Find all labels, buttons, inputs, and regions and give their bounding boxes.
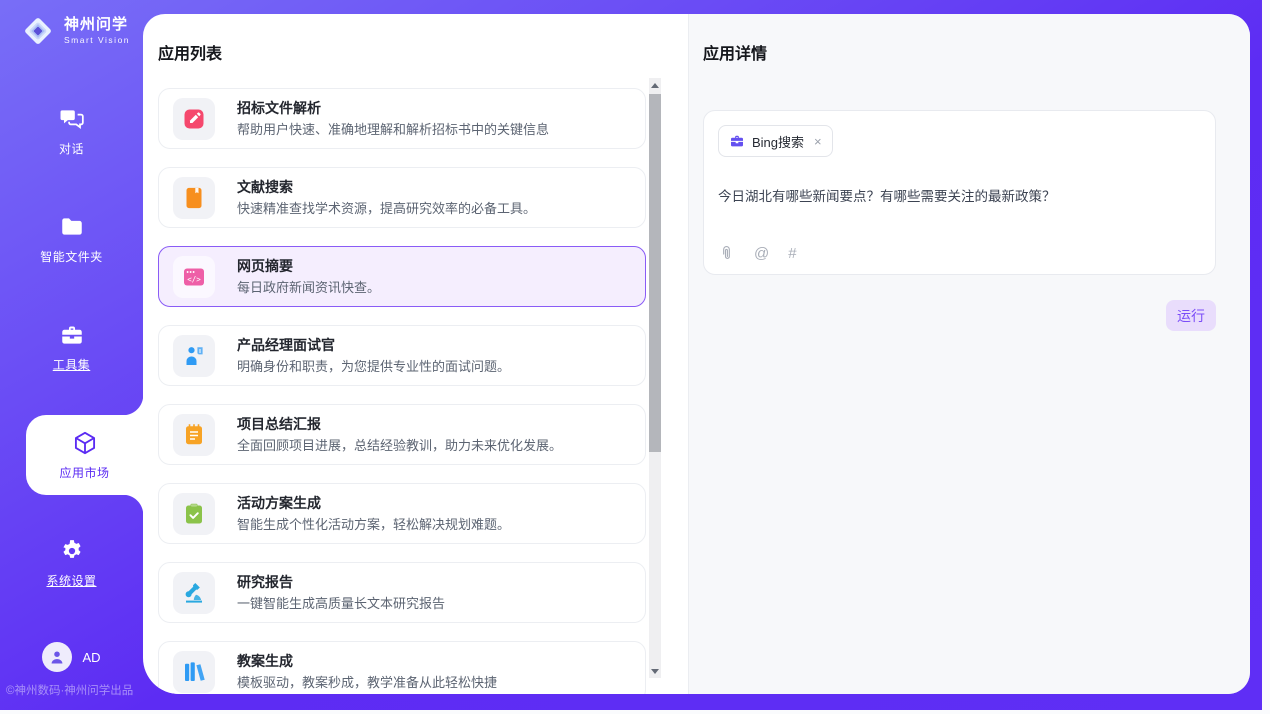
app-card-bid-doc[interactable]: 招标文件解析 帮助用户快速、准确地理解和解析招标书中的关键信息 xyxy=(158,88,646,149)
gear-icon xyxy=(59,538,85,564)
app-card-description: 一键智能生成高质量长文本研究报告 xyxy=(237,595,445,613)
app-card-title: 网页摘要 xyxy=(237,257,380,276)
user-account[interactable]: AD xyxy=(0,642,143,672)
app-card-description: 全面回顾项目进展，总结经验教训，助力未来优化发展。 xyxy=(237,437,562,455)
edit-doc-icon xyxy=(182,107,206,131)
run-button[interactable]: 运行 xyxy=(1166,300,1216,331)
app-card-lesson-plan[interactable]: 教案生成 模板驱动，教案秒成，教学准备从此轻松快捷 xyxy=(158,641,646,694)
app-card-title: 项目总结汇报 xyxy=(237,415,562,434)
app-card-event-plan[interactable]: 活动方案生成 智能生成个性化活动方案，轻松解决规划难题。 xyxy=(158,483,646,544)
microscope-icon xyxy=(182,581,206,605)
app-detail-panel: 应用详情 Bing搜索 × 今日湖北有哪些新闻要点？有哪些需要关注的最新政策？ … xyxy=(688,14,1250,694)
app-detail-title: 应用详情 xyxy=(703,40,1250,64)
sidebar: 神州问学 Smart Vision 对话 智能文件夹 工具集 xyxy=(0,0,143,710)
sidebar-item-label: 智能文件夹 xyxy=(40,248,103,265)
attachment-icon[interactable] xyxy=(718,245,735,262)
user-initials: AD xyxy=(82,650,100,665)
app-card-literature[interactable]: 文献搜索 快速精准查找学术资源，提高研究效率的必备工具。 xyxy=(158,167,646,228)
app-card-description: 帮助用户快速、准确地理解和解析招标书中的关键信息 xyxy=(237,121,549,139)
app-card-description: 每日政府新闻资讯快查。 xyxy=(237,279,380,297)
notebook-icon xyxy=(182,423,206,447)
prompt-card: Bing搜索 × 今日湖北有哪些新闻要点？有哪些需要关注的最新政策？ @ # xyxy=(703,110,1216,275)
remove-tag-icon[interactable]: × xyxy=(814,135,822,148)
sidebar-item-label: 工具集 xyxy=(53,356,91,373)
brand-subtitle: Smart Vision xyxy=(64,35,130,45)
hash-icon[interactable]: # xyxy=(788,246,796,261)
tool-tag-bing-search[interactable]: Bing搜索 × xyxy=(718,125,833,157)
app-list-title: 应用列表 xyxy=(158,40,688,64)
tool-tag-label: Bing搜索 xyxy=(752,132,804,151)
app-icon-chip xyxy=(173,98,215,140)
scrollbar-thumb[interactable] xyxy=(649,94,661,452)
sidebar-item-settings[interactable]: 系统设置 xyxy=(0,523,143,603)
user-icon xyxy=(48,648,66,666)
books-icon xyxy=(182,660,206,684)
app-card-title: 招标文件解析 xyxy=(237,99,549,118)
sidebar-item-market[interactable]: 应用市场 xyxy=(26,415,143,495)
scroll-down-icon[interactable] xyxy=(649,664,661,678)
app-card-web-digest[interactable]: 网页摘要 每日政府新闻资讯快查。 xyxy=(158,246,646,307)
app-card-description: 快速精准查找学术资源，提高研究效率的必备工具。 xyxy=(237,200,536,218)
copyright-footer: ©神州数码·神州问学出品 xyxy=(6,682,133,698)
scroll-up-icon[interactable] xyxy=(649,78,661,92)
chat-icon xyxy=(59,106,85,132)
clipboard-check-icon xyxy=(182,502,206,526)
app-card-description: 智能生成个性化活动方案，轻松解决规划难题。 xyxy=(237,516,510,534)
app-icon-chip xyxy=(173,335,215,377)
interviewer-icon xyxy=(182,344,206,368)
sidebar-item-label: 应用市场 xyxy=(59,464,109,481)
app-icon-chip xyxy=(173,572,215,614)
app-card-research[interactable]: 研究报告 一键智能生成高质量长文本研究报告 xyxy=(158,562,646,623)
app-card-title: 产品经理面试官 xyxy=(237,336,510,355)
app-list-panel: 应用列表 招标文件解析 帮助用户快速、准确地理解和解析招标书中的关键信息 xyxy=(143,14,688,694)
sidebar-nav: 对话 智能文件夹 工具集 应用市场 xyxy=(0,91,143,631)
book-icon xyxy=(182,186,206,210)
app-icon-chip xyxy=(173,256,215,298)
toolbox-icon xyxy=(59,322,85,348)
avatar xyxy=(42,642,72,672)
app-card-description: 模板驱动，教案秒成，教学准备从此轻松快捷 xyxy=(237,674,497,692)
cube-icon xyxy=(72,430,98,456)
app-icon-chip xyxy=(173,177,215,219)
brand-name: 神州问学 xyxy=(64,17,130,34)
sidebar-item-label: 对话 xyxy=(59,140,84,157)
app-card-pm-interview[interactable]: 产品经理面试官 明确身份和职责，为您提供专业性的面试问题。 xyxy=(158,325,646,386)
app-list: 招标文件解析 帮助用户快速、准确地理解和解析招标书中的关键信息 文献搜索 快速精… xyxy=(158,88,646,694)
app-card-title: 活动方案生成 xyxy=(237,494,510,513)
app-card-title: 文献搜索 xyxy=(237,178,536,197)
prompt-input[interactable]: 今日湖北有哪些新闻要点？有哪些需要关注的最新政策？ xyxy=(718,187,1201,207)
app-card-project-report[interactable]: 项目总结汇报 全面回顾项目进展，总结经验教训，助力未来优化发展。 xyxy=(158,404,646,465)
brand-gem-icon xyxy=(20,13,56,49)
app-card-description: 明确身份和职责，为您提供专业性的面试问题。 xyxy=(237,358,510,376)
list-scrollbar[interactable] xyxy=(649,78,661,678)
sidebar-item-chat[interactable]: 对话 xyxy=(0,91,143,171)
app-window: 神州问学 Smart Vision 对话 智能文件夹 工具集 xyxy=(0,0,1262,710)
folder-icon xyxy=(59,214,85,240)
sidebar-item-folders[interactable]: 智能文件夹 xyxy=(0,199,143,279)
sidebar-item-label: 系统设置 xyxy=(46,572,96,589)
app-card-title: 研究报告 xyxy=(237,573,445,592)
prompt-toolbar: @ # xyxy=(718,245,797,262)
web-code-icon xyxy=(182,265,206,289)
app-icon-chip xyxy=(173,493,215,535)
mention-icon[interactable]: @ xyxy=(754,246,769,261)
app-card-title: 教案生成 xyxy=(237,652,497,671)
app-icon-chip xyxy=(173,414,215,456)
brand-logo: 神州问学 Smart Vision xyxy=(0,0,143,49)
briefcase-icon xyxy=(729,133,745,149)
main-content: 应用列表 招标文件解析 帮助用户快速、准确地理解和解析招标书中的关键信息 xyxy=(143,14,1250,694)
app-icon-chip xyxy=(173,651,215,693)
sidebar-item-tools[interactable]: 工具集 xyxy=(0,307,143,387)
